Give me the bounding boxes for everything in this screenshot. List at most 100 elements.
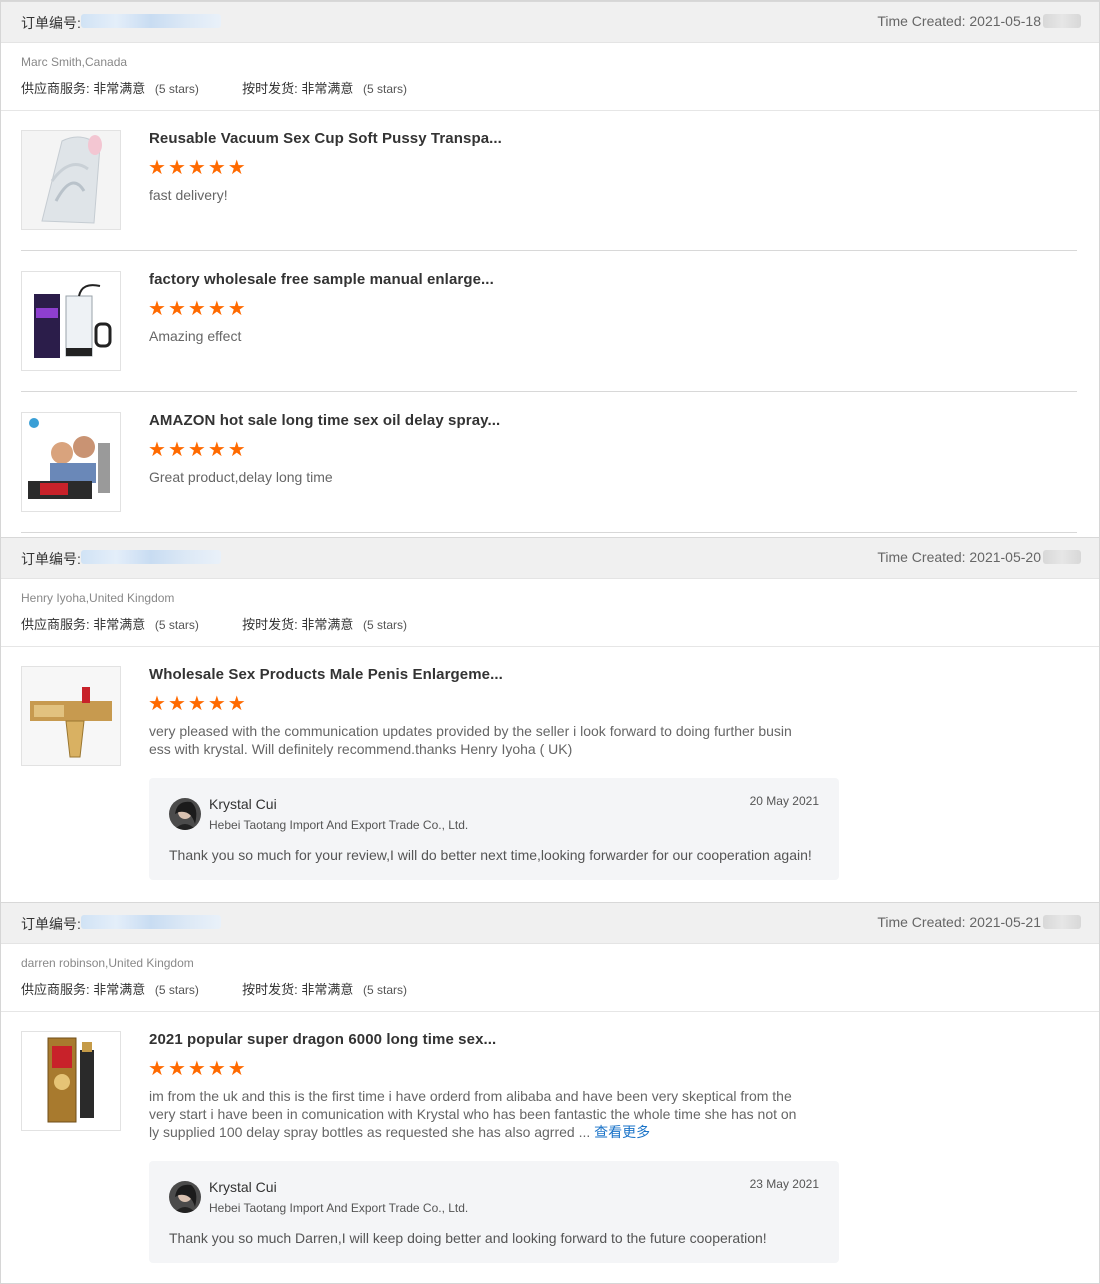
review-comment: fast delivery!: [149, 187, 228, 203]
order-block: 订单编号: Time Created: 2021-05-18 Marc Smit…: [1, 1, 1099, 533]
star-icon: ★: [187, 439, 206, 461]
time-created: Time Created: 2021-05-18: [877, 13, 1041, 29]
see-more-link[interactable]: 查看更多: [594, 1124, 650, 1140]
pump-product-image[interactable]: [21, 271, 121, 371]
avatar: [169, 798, 201, 830]
time-redacted: [1043, 14, 1081, 28]
review-comment: Great product,delay long time: [149, 469, 333, 485]
on-time-label: 按时发货:: [242, 982, 298, 997]
review-item: factory wholesale free sample manual enl…: [21, 271, 1077, 392]
order-header: 订单编号: Time Created: 2021-05-18: [1, 1, 1099, 43]
star-rating: ★ ★ ★ ★ ★: [148, 158, 246, 178]
review-comment-text: im from the uk and this is the first tim…: [149, 1088, 797, 1140]
reply-text: Thank you so much for your review,I will…: [169, 847, 812, 863]
star-icon: ★: [227, 298, 246, 320]
review-comment: im from the uk and this is the first tim…: [149, 1087, 799, 1141]
reply-date: 23 May 2021: [749, 1177, 819, 1191]
star-icon: ★: [227, 1058, 246, 1080]
avatar: [169, 1181, 201, 1213]
star-icon: ★: [148, 1058, 166, 1080]
on-time-stars: (5 stars): [363, 983, 408, 997]
star-rating: ★ ★ ★ ★ ★: [148, 299, 246, 319]
star-icon: ★: [207, 298, 226, 320]
order-header: 订单编号: Time Created: 2021-05-20: [1, 537, 1099, 579]
buyer-info: Marc Smith,Canada 供应商服务: 非常满意 (5 stars) …: [1, 43, 1099, 111]
reply-text: Thank you so much Darren,I will keep doi…: [169, 1230, 767, 1246]
supplier-ratings: 供应商服务: 非常满意 (5 stars) 按时发货: 非常满意 (5 star…: [21, 614, 407, 633]
review-item: Wholesale Sex Products Male Penis Enlarg…: [21, 666, 1077, 896]
product-title[interactable]: 2021 popular super dragon 6000 long time…: [149, 1031, 496, 1048]
review-comment: very pleased with the communication upda…: [149, 723, 792, 757]
star-icon: ★: [167, 439, 186, 461]
star-icon: ★: [167, 157, 186, 179]
review-comment: Amazing effect: [149, 328, 242, 344]
order-number-redacted: [81, 550, 221, 564]
star-icon: ★: [167, 1058, 186, 1080]
star-rating: ★ ★ ★ ★ ★: [148, 1059, 246, 1079]
star-icon: ★: [148, 439, 166, 461]
on-time-label: 按时发货:: [242, 617, 298, 632]
time-redacted: [1043, 915, 1081, 929]
supplier-service-stars: (5 stars): [154, 618, 199, 632]
supplier-service-label: 供应商服务:: [21, 81, 90, 96]
spray-box-product-image[interactable]: [21, 412, 121, 512]
star-icon: ★: [227, 439, 246, 461]
star-icon: ★: [227, 693, 246, 715]
supplier-ratings: 供应商服务: 非常满意 (5 stars) 按时发货: 非常满意 (5 star…: [21, 979, 407, 998]
seller-reply: Krystal Cui Hebei Taotang Import And Exp…: [149, 1161, 839, 1263]
star-icon: ★: [148, 693, 166, 715]
dragon-spray-product-image[interactable]: [21, 1031, 121, 1131]
review-item: Reusable Vacuum Sex Cup Soft Pussy Trans…: [21, 130, 1077, 251]
seller-reply: Krystal Cui Hebei Taotang Import And Exp…: [149, 778, 839, 880]
reply-author: Krystal Cui: [209, 1179, 277, 1195]
buyer-info: darren robinson,United Kingdom 供应商服务: 非常…: [1, 944, 1099, 1012]
star-rating: ★ ★ ★ ★ ★: [148, 440, 246, 460]
star-icon: ★: [187, 157, 206, 179]
order-number-redacted: [81, 915, 221, 929]
order-number-label: 订单编号:: [21, 916, 81, 932]
product-title[interactable]: Reusable Vacuum Sex Cup Soft Pussy Trans…: [149, 130, 502, 147]
reply-company: Hebei Taotang Import And Export Trade Co…: [209, 1201, 469, 1215]
clear-cup-product-image[interactable]: [21, 130, 121, 230]
supplier-service-value: 非常满意: [93, 982, 146, 997]
star-icon: ★: [187, 1058, 206, 1080]
on-time-value: 非常满意: [301, 982, 354, 997]
star-icon: ★: [207, 693, 226, 715]
supplier-service-label: 供应商服务:: [21, 982, 90, 997]
supplier-service-stars: (5 stars): [154, 983, 199, 997]
tube-product-image[interactable]: [21, 666, 121, 766]
on-time-stars: (5 stars): [363, 618, 408, 632]
time-redacted: [1043, 550, 1081, 564]
star-icon: ★: [148, 157, 166, 179]
reviews-page: 订单编号: Time Created: 2021-05-18 Marc Smit…: [0, 0, 1100, 1284]
product-title[interactable]: Wholesale Sex Products Male Penis Enlarg…: [149, 666, 503, 683]
order-number-label: 订单编号:: [21, 551, 81, 567]
star-icon: ★: [227, 157, 246, 179]
star-icon: ★: [207, 157, 226, 179]
star-icon: ★: [187, 693, 206, 715]
reply-author: Krystal Cui: [209, 796, 277, 812]
supplier-service-stars: (5 stars): [154, 82, 199, 96]
order-block: 订单编号: Time Created: 2021-05-20 Henry Iyo…: [1, 537, 1099, 880]
star-icon: ★: [207, 439, 226, 461]
supplier-service-value: 非常满意: [93, 81, 146, 96]
supplier-service-label: 供应商服务:: [21, 617, 90, 632]
review-item: 2021 popular super dragon 6000 long time…: [21, 1031, 1077, 1271]
buyer-name: Henry Iyoha,United Kingdom: [21, 591, 175, 605]
order-header: 订单编号: Time Created: 2021-05-21: [1, 902, 1099, 944]
product-title[interactable]: AMAZON hot sale long time sex oil delay …: [149, 412, 500, 429]
star-icon: ★: [167, 693, 186, 715]
star-rating: ★ ★ ★ ★ ★: [148, 694, 246, 714]
star-icon: ★: [207, 1058, 226, 1080]
star-icon: ★: [148, 298, 166, 320]
on-time-value: 非常满意: [301, 617, 354, 632]
star-icon: ★: [187, 298, 206, 320]
time-created: Time Created: 2021-05-21: [877, 914, 1041, 930]
on-time-label: 按时发货:: [242, 81, 298, 96]
supplier-service-value: 非常满意: [93, 617, 146, 632]
order-block: 订单编号: Time Created: 2021-05-21 darren ro…: [1, 902, 1099, 1263]
on-time-value: 非常满意: [301, 81, 354, 96]
product-title[interactable]: factory wholesale free sample manual enl…: [149, 271, 494, 288]
reply-company: Hebei Taotang Import And Export Trade Co…: [209, 818, 469, 832]
buyer-name: Marc Smith,Canada: [21, 55, 128, 69]
